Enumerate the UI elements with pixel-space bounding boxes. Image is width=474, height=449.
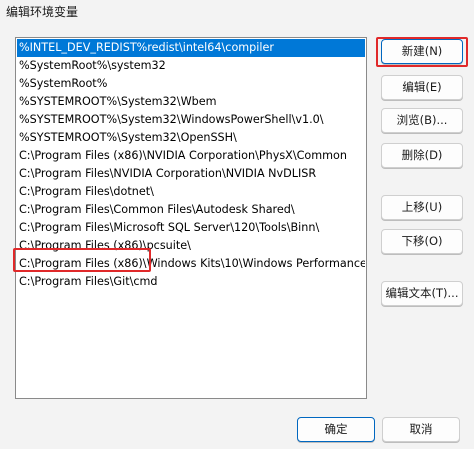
title-bar: 编辑环境变量 — [0, 0, 474, 22]
list-item[interactable]: C:\Program Files (x86)\Windows Kits\10\W… — [17, 255, 365, 273]
list-item[interactable]: %INTEL_DEV_REDIST%redist\intel64\compile… — [17, 39, 365, 57]
list-item[interactable]: %SYSTEMROOT%\System32\OpenSSH\ — [17, 129, 365, 147]
list-item[interactable]: C:\Program Files\Common Files\Autodesk S… — [17, 201, 365, 219]
list-item[interactable]: C:\Program Files\Microsoft SQL Server\12… — [17, 219, 365, 237]
list-item[interactable]: C:\Program Files\NVIDIA Corporation\NVID… — [17, 165, 365, 183]
list-item[interactable]: %SystemRoot%\system32 — [17, 57, 365, 75]
window-title: 编辑环境变量 — [6, 5, 79, 19]
list-item[interactable]: %SYSTEMROOT%\System32\WindowsPowerShell\… — [17, 111, 365, 129]
list-item[interactable]: %SystemRoot% — [17, 75, 365, 93]
list-item[interactable]: C:\Program Files\dotnet\ — [17, 183, 365, 201]
list-item[interactable]: C:\Program Files (x86)\NVIDIA Corporatio… — [17, 147, 365, 165]
delete-button[interactable]: 删除(D) — [381, 143, 463, 168]
move-up-button[interactable]: 上移(U) — [381, 195, 463, 220]
browse-button[interactable]: 浏览(B)... — [381, 108, 463, 133]
new-button[interactable]: 新建(N) — [381, 39, 463, 64]
edit-button[interactable]: 编辑(E) — [381, 75, 463, 100]
list-item[interactable]: C:\Program Files (x86)\pcsuite\ — [17, 237, 365, 255]
path-list[interactable]: %INTEL_DEV_REDIST%redist\intel64\compile… — [15, 37, 367, 399]
move-down-button[interactable]: 下移(O) — [381, 229, 463, 254]
ok-button[interactable]: 确定 — [297, 417, 375, 442]
edit-text-button[interactable]: 编辑文本(T)... — [381, 281, 463, 306]
list-item[interactable]: %SYSTEMROOT%\System32\Wbem — [17, 93, 365, 111]
cancel-button[interactable]: 取消 — [382, 417, 460, 442]
list-item[interactable]: C:\Program Files\Git\cmd — [17, 273, 365, 291]
